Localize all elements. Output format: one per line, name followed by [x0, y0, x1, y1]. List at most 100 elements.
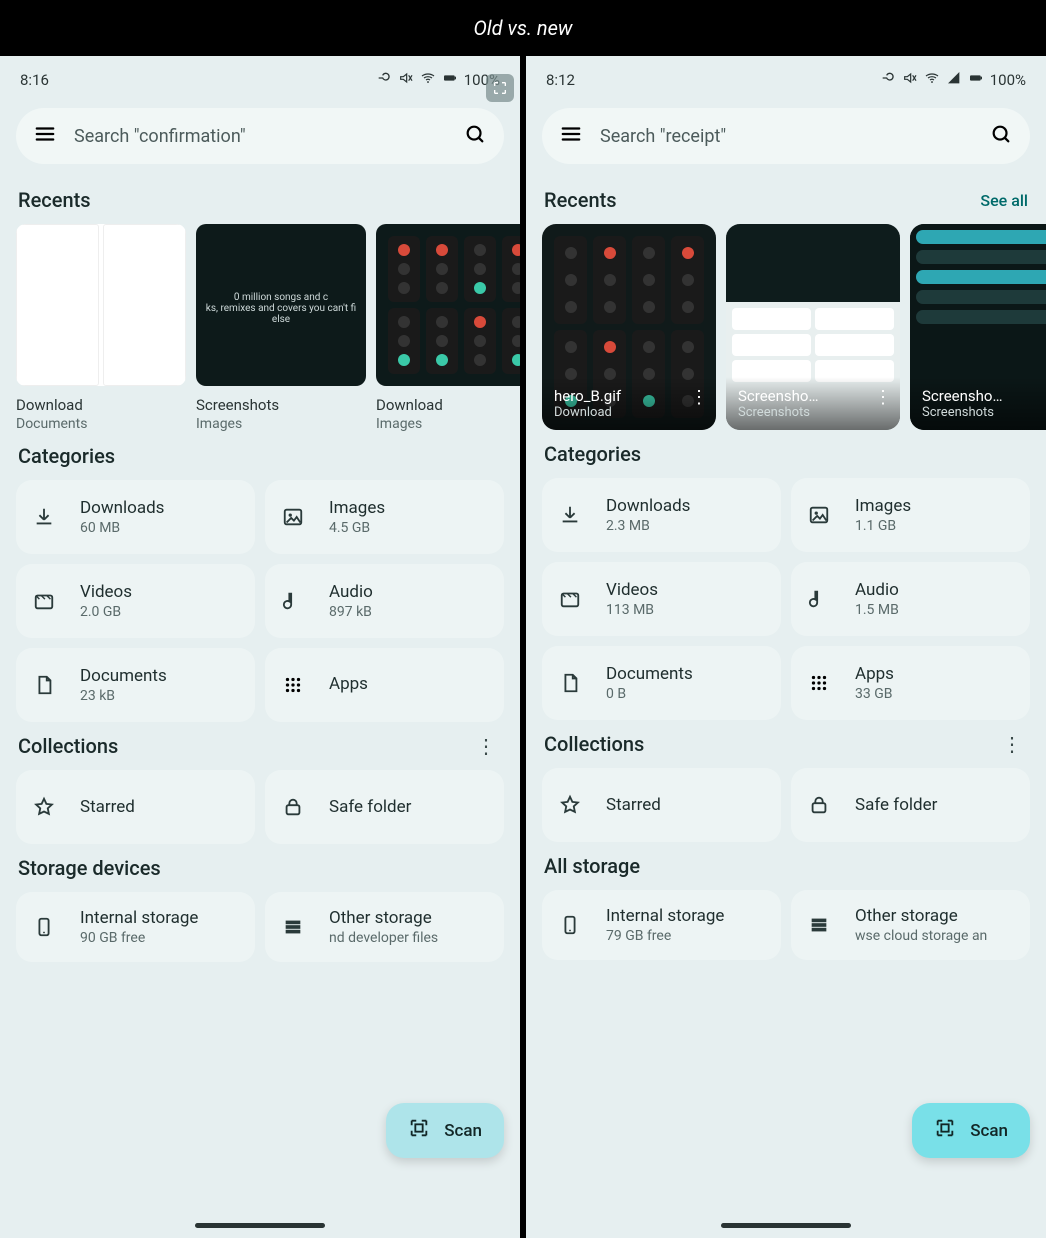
wifi-icon — [924, 70, 940, 90]
cat-card-documents[interactable]: Documents 0 B — [542, 646, 781, 720]
search-placeholder: Search "receipt" — [600, 126, 972, 147]
cat-card-documents[interactable]: Documents23 kB — [16, 648, 255, 722]
recent-item[interactable]: Screensho… Screenshots — [910, 224, 1046, 430]
menu-icon[interactable] — [34, 123, 56, 149]
lock-icon — [279, 796, 307, 818]
cat-card-apps[interactable]: Apps33 GB — [791, 646, 1030, 720]
storage-title: All storage — [544, 854, 640, 878]
storage-icon — [279, 916, 307, 938]
battery-icon — [968, 70, 984, 90]
recent-item[interactable]: Download Images — [376, 224, 520, 432]
stor-sub: 79 GB free — [606, 928, 724, 944]
collections-more-icon[interactable]: ⋮ — [476, 734, 502, 758]
battery-pct: 100% — [990, 71, 1026, 89]
cat-card-videos[interactable]: Videos 113 MB — [542, 562, 781, 636]
recent-name: Screenshots — [196, 396, 366, 414]
col-label: Safe folder — [329, 797, 411, 817]
stor-sub: nd developer files — [329, 930, 438, 946]
scan-label: Scan — [444, 1121, 482, 1141]
new-phone-screen: 8:12 100% Search "receipt" Recents See a… — [523, 56, 1046, 1238]
col-label: Starred — [80, 797, 135, 817]
col-card-safe folder[interactable]: Safe folder — [791, 768, 1030, 842]
cat-label: Documents — [606, 664, 693, 684]
stor-label: Other storage — [329, 908, 438, 928]
recent-sub: Images — [196, 416, 366, 432]
recent-more-icon[interactable]: ⋮ — [690, 387, 708, 408]
storage-icon — [805, 914, 833, 936]
recent-item[interactable]: Download Documents — [16, 224, 186, 432]
status-bar: 8:16 100% — [0, 56, 520, 96]
recent-sub: Screenshots — [738, 405, 888, 420]
see-all-link[interactable]: See all — [980, 191, 1028, 210]
cat-card-audio[interactable]: Audio 1.5 MB — [791, 562, 1030, 636]
search-icon[interactable] — [990, 123, 1012, 149]
cat-card-downloads[interactable]: Downloads60 MB — [16, 480, 255, 554]
col-card-safe folder[interactable]: Safe folder — [265, 770, 504, 844]
stor-card-other storage[interactable]: Other storage nd developer files — [265, 892, 504, 962]
cat-sub: 1.5 MB — [855, 602, 899, 618]
recent-item[interactable]: Screensho… Screenshots ⋮ — [726, 224, 900, 430]
cat-sub: 2.3 MB — [606, 518, 690, 534]
nav-handle[interactable] — [721, 1223, 851, 1228]
vpn-icon — [880, 70, 896, 90]
comparison-header: Old vs. new — [0, 0, 1046, 56]
collections-title: Collections — [18, 734, 118, 758]
stor-card-internal storage[interactable]: Internal storage90 GB free — [16, 892, 255, 962]
phone-icon — [30, 916, 58, 938]
image-icon — [279, 506, 307, 528]
recent-item[interactable]: 0 million songs and cks, remixes and cov… — [196, 224, 366, 432]
recent-name: Screensho… — [738, 387, 888, 405]
audio-icon — [805, 588, 833, 610]
cat-sub: 113 MB — [606, 602, 658, 618]
scan-button[interactable]: Scan — [386, 1103, 504, 1158]
recents-title: Recents — [544, 188, 617, 212]
scan-icon — [408, 1117, 430, 1144]
stor-label: Internal storage — [80, 908, 198, 928]
recent-more-icon[interactable]: ⋮ — [874, 387, 892, 408]
cat-label: Videos — [80, 582, 132, 602]
search-bar[interactable]: Search "confirmation" — [16, 108, 504, 164]
menu-icon[interactable] — [560, 123, 582, 149]
audio-icon — [279, 590, 307, 612]
cat-card-videos[interactable]: Videos2.0 GB — [16, 564, 255, 638]
cat-card-audio[interactable]: Audio897 kB — [265, 564, 504, 638]
col-card-starred[interactable]: Starred — [542, 768, 781, 842]
recent-name: Download — [16, 396, 186, 414]
cat-sub: 23 kB — [80, 688, 167, 704]
mute-icon — [902, 70, 918, 90]
apps-icon — [805, 672, 833, 694]
recent-name: Screensho… — [922, 387, 1046, 405]
cat-card-images[interactable]: Images1.1 GB — [791, 478, 1030, 552]
cat-card-downloads[interactable]: Downloads2.3 MB — [542, 478, 781, 552]
recent-sub: Documents — [16, 416, 186, 432]
recent-item[interactable]: hero_B.gif Download ⋮ — [542, 224, 716, 430]
search-bar[interactable]: Search "receipt" — [542, 108, 1030, 164]
categories-title: Categories — [18, 444, 115, 468]
mute-icon — [398, 70, 414, 90]
cat-card-images[interactable]: Images4.5 GB — [265, 480, 504, 554]
recents-row[interactable]: hero_B.gif Download ⋮ Screensho… Screens… — [526, 216, 1046, 430]
cat-label: Audio — [855, 580, 899, 600]
cat-label: Images — [855, 496, 911, 516]
cat-label: Images — [329, 498, 385, 518]
scan-icon — [934, 1117, 956, 1144]
stor-card-internal storage[interactable]: Internal storage79 GB free — [542, 890, 781, 960]
image-icon — [805, 504, 833, 526]
col-card-starred[interactable]: Starred — [16, 770, 255, 844]
cat-label: Videos — [606, 580, 658, 600]
download-icon — [30, 506, 58, 528]
nav-handle[interactable] — [195, 1223, 325, 1228]
cat-sub: 0 B — [606, 686, 693, 702]
scan-label: Scan — [970, 1121, 1008, 1141]
recents-row[interactable]: Download Documents 0 million songs and c… — [0, 216, 520, 432]
storage-title: Storage devices — [18, 856, 161, 880]
cat-sub: 897 kB — [329, 604, 373, 620]
search-placeholder: Search "confirmation" — [74, 126, 446, 147]
cat-card-apps[interactable]: Apps — [265, 648, 504, 722]
stor-card-other storage[interactable]: Other storagewse cloud storage an — [791, 890, 1030, 960]
phone-icon — [556, 914, 584, 936]
scan-button[interactable]: Scan — [912, 1103, 1030, 1158]
collections-more-icon[interactable]: ⋮ — [1002, 732, 1028, 756]
old-phone-screen: 8:16 100% Search "confirmation" Recents … — [0, 56, 523, 1238]
search-icon[interactable] — [464, 123, 486, 149]
